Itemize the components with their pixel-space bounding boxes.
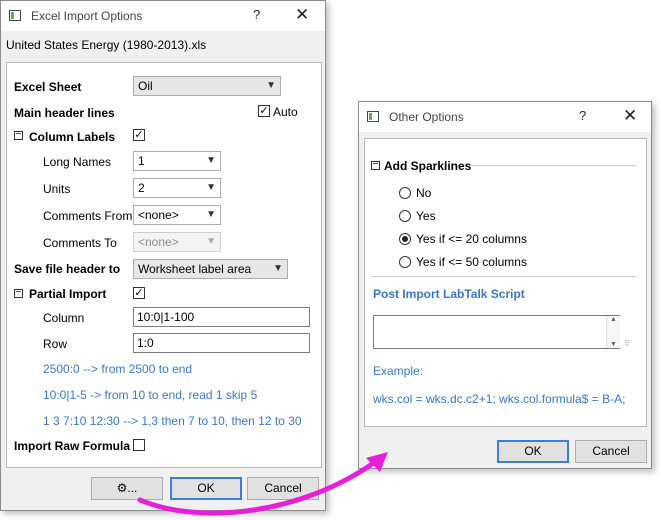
ok-button[interactable]: OK [170,477,242,500]
close-icon[interactable]: ✕ [295,5,309,25]
scroll-down-icon: ▼ [610,341,617,348]
sparkline-option-label: Yes if <= 20 columns [416,232,527,246]
comments-to-select: <none> ▼ [133,232,221,252]
other-options-panel: − Add Sparklines No Yes Yes if <= 20 col… [364,138,647,427]
excel-import-options-dialog: Excel Import Options ? ✕ United States E… [0,0,326,511]
column-labels-collapse-icon[interactable]: − [14,130,23,140]
import-raw-formula-label: Import Raw Formula [14,439,131,453]
row-range-label: Row [43,337,68,351]
excel-sheet-label: Excel Sheet [14,80,82,94]
comments-to-label: Comments To [43,236,117,250]
app-window-icon [9,10,21,21]
add-sparklines-collapse-icon[interactable]: − [371,160,380,170]
textarea-scrollbar[interactable]: ▲ ▼ [606,316,620,348]
sparkline-option-label: Yes [416,209,436,223]
column-range-input[interactable]: 10:0|1-100 [133,307,310,327]
example-label: Example: [373,364,424,378]
sparkline-option-yes[interactable] [399,210,411,222]
excel-dialog-titlebar[interactable]: Excel Import Options ? ✕ [1,1,325,31]
row-range-input[interactable]: 1:0 [133,333,310,353]
other-options-button[interactable]: ⚙... [91,477,163,500]
hint-text: 10:0|1-5 -> from 10 to end, read 1 skip … [43,388,258,402]
section-divider [470,165,636,166]
comments-from-value: <none> [138,208,179,222]
add-sparklines-label: Add Sparklines [384,159,472,173]
sparkline-option-label: No [416,186,432,200]
excel-sheet-select[interactable]: Oil ▼ [133,76,281,96]
import-raw-formula-checkbox[interactable] [133,439,145,451]
column-labels-checkbox[interactable]: ✓ [133,129,145,141]
hint-text: 1 3 7:10 12:30 --> 1,3 then 7 to 10, the… [43,414,302,428]
sparkline-option-20-columns[interactable] [399,233,411,245]
chevron-down-icon: ▼ [266,80,276,91]
units-label: Units [43,182,71,196]
scroll-up-icon: ▲ [610,316,617,323]
hint-text: 2500:0 --> from 2500 to end [43,362,193,376]
partial-import-collapse-icon[interactable]: − [14,288,23,298]
save-file-header-label: Save file header to [14,262,121,276]
auto-label: Auto [273,105,298,119]
chevron-down-icon: ▼ [206,236,216,247]
other-dialog-title: Other Options [389,110,464,124]
close-icon[interactable]: ✕ [623,106,637,126]
comments-from-label: Comments From [43,209,133,223]
units-value: 2 [138,181,145,195]
chevron-down-icon: ▼ [206,182,216,193]
column-range-label: Column [43,311,85,325]
excel-options-panel: Excel Sheet Oil ▼ Main header lines ✓ Au… [6,62,322,468]
units-select[interactable]: 2 ▼ [133,178,221,198]
chevron-down-icon: ▼ [273,263,283,274]
long-names-select[interactable]: 1 ▼ [133,151,221,171]
ok-button[interactable]: OK [497,440,569,463]
long-names-value: 1 [138,154,145,168]
main-header-lines-label: Main header lines [14,106,115,120]
comments-from-select[interactable]: <none> ▼ [133,205,221,225]
partial-import-label: Partial Import [29,287,107,301]
other-options-dialog: Other Options ? ✕ − Add Sparklines No Ye… [358,101,652,469]
save-file-header-select[interactable]: Worksheet label area ▼ [133,259,288,279]
example-text: wks.col = wks.dc.c2+1; wks.col.formula$ … [373,392,626,406]
auto-checkbox[interactable]: ✓ [258,105,270,117]
resize-grip-icon[interactable]: ⠿ [624,339,630,348]
help-button[interactable]: ? [579,108,586,123]
script-textarea[interactable] [373,315,620,349]
script-label: Post Import LabTalk Script [373,287,525,301]
app-window-icon [367,111,379,122]
partial-import-checkbox[interactable]: ✓ [133,287,145,299]
column-labels-label: Column Labels [29,130,116,144]
chevron-down-icon: ▼ [206,155,216,166]
cancel-button[interactable]: Cancel [575,440,647,463]
other-dialog-titlebar[interactable]: Other Options ? ✕ [359,102,651,132]
excel-sheet-value: Oil [138,79,153,93]
file-name-label: United States Energy (1980-2013).xls [6,38,207,52]
comments-to-value: <none> [138,235,179,249]
sparkline-option-label: Yes if <= 50 columns [416,255,527,269]
sparkline-option-no[interactable] [399,187,411,199]
sparkline-option-50-columns[interactable] [399,256,411,268]
chevron-down-icon: ▼ [206,209,216,220]
cancel-button[interactable]: Cancel [247,477,319,500]
help-button[interactable]: ? [253,7,260,22]
section-divider [371,276,636,277]
excel-dialog-title: Excel Import Options [31,9,143,23]
save-file-header-value: Worksheet label area [138,262,252,276]
long-names-label: Long Names [43,155,112,169]
